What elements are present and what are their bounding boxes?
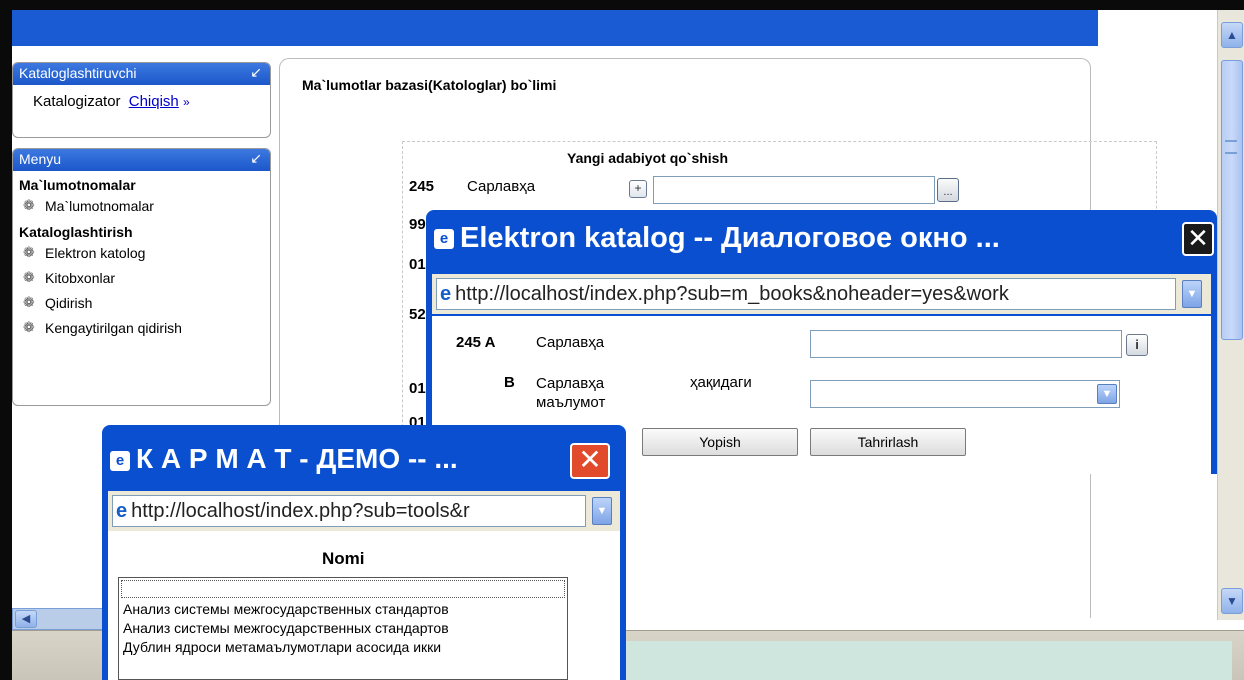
- horizontal-scrollbar[interactable]: ◀: [12, 608, 112, 630]
- chevron-down-icon[interactable]: ▼: [1097, 384, 1117, 404]
- menu-item-kengaytirilgan-qidirish[interactable]: ❁ Kengaytirilgan qidirish: [13, 315, 270, 340]
- address-bar: e http://localhost/index.php?sub=m_books&…: [432, 274, 1211, 314]
- edit-button[interactable]: Tahrirlash: [810, 428, 966, 456]
- info-icon[interactable]: i: [1126, 334, 1148, 356]
- collapse-arrow-icon[interactable]: ↙: [250, 150, 262, 167]
- list-item[interactable]: Анализ системы межгосударственных станда…: [119, 600, 567, 619]
- plus-icon[interactable]: +: [629, 180, 647, 198]
- vertical-scrollbar[interactable]: ▲ ▼: [1217, 10, 1244, 620]
- info-select[interactable]: ▼: [810, 380, 1120, 408]
- address-bar: e http://localhost/index.php?sub=tools&r …: [108, 491, 620, 531]
- ie-icon: e: [434, 229, 454, 250]
- field-label-extra: ҳақидаги: [690, 374, 752, 391]
- book-icon: ❁: [23, 244, 35, 260]
- dialog-title: Elektron katalog -- Диалоговое окно ...: [460, 222, 1000, 254]
- field-code: 01: [409, 380, 426, 397]
- user-panel: Kataloglashtiruvchi ↙ Katalogizator Chiq…: [12, 62, 271, 138]
- ie-icon: e: [110, 450, 130, 471]
- status-bar-accent: [612, 641, 1232, 680]
- dialog-title-bar: e К А Р М А Т - ДЕМО -- ...: [110, 443, 458, 475]
- menu-item-elektron-katolog[interactable]: ❁ Elektron katolog: [13, 240, 270, 265]
- ie-icon: e: [440, 283, 452, 305]
- list-item-empty[interactable]: [121, 580, 565, 598]
- menu-item-label: Ma`lumotnomalar: [45, 197, 154, 214]
- field-label: Сарлавҳа: [536, 334, 605, 351]
- user-line: Katalogizator Chiqish »: [13, 85, 270, 110]
- menu-panel-title: Menyu: [19, 151, 62, 167]
- book-icon: ❁: [23, 294, 35, 310]
- scroll-down-icon[interactable]: ▼: [1221, 588, 1243, 614]
- book-icon: ❁: [23, 197, 35, 213]
- list-item[interactable]: Анализ системы межгосударственных станда…: [119, 619, 567, 638]
- menu-item-label: Kengaytirilgan qidirish: [45, 319, 182, 336]
- collapse-arrow-icon[interactable]: ↙: [250, 64, 262, 81]
- column-header: Nomi: [322, 549, 365, 568]
- title-input[interactable]: [810, 330, 1122, 358]
- menu-item-kitobxonlar[interactable]: ❁ Kitobxonlar: [13, 265, 270, 290]
- menu-item-label: Kitobxonlar: [45, 269, 116, 286]
- dialog-title: К А Р М А Т - ДЕМО -- ...: [136, 443, 458, 474]
- scroll-up-icon[interactable]: ▲: [1221, 22, 1243, 48]
- book-icon: ❁: [23, 319, 35, 335]
- menu-item-qidirish[interactable]: ❁ Qidirish: [13, 290, 270, 315]
- menu-section-heading: Kataloglashtirish: [19, 224, 133, 240]
- dialog-body: Nomi Анализ системы межгосударственных с…: [108, 531, 620, 680]
- list-item[interactable]: Дублин ядроси метамаълумотлари асосида и…: [119, 638, 567, 657]
- logout-link[interactable]: Chiqish: [129, 93, 179, 110]
- menu-panel-header: Menyu ↙: [13, 149, 270, 171]
- logout-arrow: »: [182, 95, 190, 109]
- url-text: http://localhost/index.php?sub=m_books&n…: [455, 283, 1009, 305]
- page-title: Ma`lumotlar bazasi(Katologlar) bo`limi: [302, 77, 557, 93]
- grip-icon: [1225, 140, 1237, 154]
- chevron-down-icon[interactable]: ▼: [592, 497, 612, 525]
- top-edge: [0, 0, 1244, 10]
- menu-item-malumotnomalar[interactable]: ❁ Ma`lumotnomalar: [13, 193, 270, 218]
- scroll-left-icon[interactable]: ◀: [15, 610, 37, 628]
- field-code: 52: [409, 306, 426, 323]
- chevron-down-icon[interactable]: ▼: [1182, 280, 1202, 308]
- field-label: Сарлавҳа: [467, 178, 536, 195]
- url-field[interactable]: e http://localhost/index.php?sub=tools&r: [112, 495, 586, 527]
- title-input[interactable]: [653, 176, 935, 204]
- field-code: 245: [409, 178, 435, 195]
- url-field[interactable]: e http://localhost/index.php?sub=m_books&…: [436, 278, 1176, 310]
- field-code: 99: [409, 216, 426, 233]
- field-code: 01: [409, 256, 426, 273]
- screen: Kataloglashtiruvchi ↙ Katalogizator Chiq…: [0, 0, 1244, 680]
- close-x-icon[interactable]: ✕: [1182, 222, 1214, 256]
- dialog-title-bar: e Elektron katalog -- Диалоговое окно ...: [434, 222, 1000, 255]
- site-header-bar: [12, 10, 1098, 46]
- book-icon: ❁: [23, 269, 35, 285]
- menu-panel: Menyu ↙ Ma`lumotnomalar ❁ Ma`lumotnomala…: [12, 148, 271, 406]
- url-text: http://localhost/index.php?sub=tools&r: [131, 500, 470, 522]
- user-name: Katalogizator: [33, 93, 121, 110]
- close-x-icon[interactable]: ✕: [570, 443, 610, 479]
- field-code: 245 A: [456, 334, 496, 351]
- field-label: Сарлавҳа маълумот: [536, 375, 606, 411]
- ie-icon: e: [116, 500, 128, 522]
- left-edge: [0, 0, 12, 680]
- close-button[interactable]: Yopish: [642, 428, 798, 456]
- names-list[interactable]: Анализ системы межгосударственных станда…: [118, 577, 568, 680]
- form-title: Yangi adabiyot qo`shish: [567, 150, 729, 166]
- scroll-thumb[interactable]: [1221, 60, 1243, 340]
- more-button[interactable]: ...: [937, 178, 959, 202]
- field-code: B: [504, 374, 515, 391]
- user-panel-title: Kataloglashtiruvchi: [19, 65, 137, 81]
- menu-item-label: Elektron katolog: [45, 244, 146, 261]
- user-panel-header: Kataloglashtiruvchi ↙: [13, 63, 270, 85]
- karmat-demo-dialog: eК А Р М А Т - ДЕМО -- ... ✕ e http://loc…: [102, 425, 626, 680]
- menu-section-heading: Ma`lumotnomalar: [19, 177, 136, 193]
- menu-item-label: Qidirish: [45, 294, 93, 311]
